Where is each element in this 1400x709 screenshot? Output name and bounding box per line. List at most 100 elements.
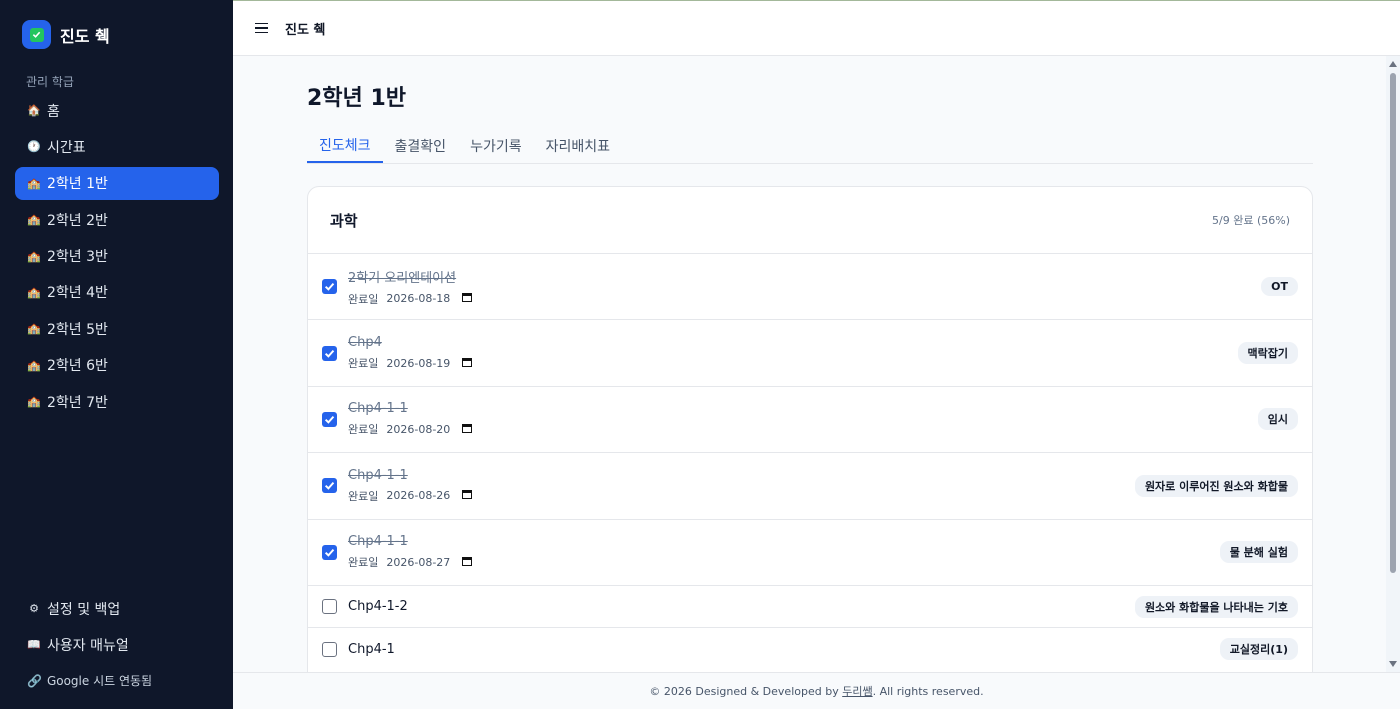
tab-1[interactable]: 출결확인 xyxy=(383,128,459,163)
sidebar-section-label: 관리 학급 xyxy=(26,75,74,89)
card-header: 과학 5/9 완료 (56%) xyxy=(308,187,1312,253)
list-item: 2학기 오리엔테이션 완료일 2026-08-18 OT xyxy=(308,253,1312,319)
completion-date-value: 2026-08-19 xyxy=(386,356,451,370)
sidebar-item-manual[interactable]: 📖 사용자 매뉴얼 xyxy=(15,628,219,661)
footer-suffix: . All rights reserved. xyxy=(872,684,984,698)
lesson-tag-badge: 원소와 화합물을 나타내는 기호 xyxy=(1134,595,1298,618)
scroll-up-arrow-icon[interactable] xyxy=(1389,61,1397,67)
sidebar-item-4[interactable]: 🏫 2학년 3반 xyxy=(15,240,219,273)
calendar-icon[interactable] xyxy=(462,489,473,502)
sidebar-item-3[interactable]: 🏫 2학년 2반 xyxy=(15,203,219,236)
progress-list: 2학기 오리엔테이션 완료일 2026-08-18 OT Chp4 완료일 2026-08-… xyxy=(308,253,1312,670)
completion-checkbox[interactable] xyxy=(322,641,337,657)
completion-date-input[interactable]: 2026-08-26 xyxy=(386,489,473,503)
lesson-tag-badge: 교실정리(1) xyxy=(1219,638,1298,661)
list-item: Chp4-1-1 완료일 2026-08-26 원자로 이루어진 원소와 화합물 xyxy=(308,452,1312,518)
brand[interactable]: 진도 췍 xyxy=(22,20,110,49)
completion-checkbox[interactable] xyxy=(322,411,337,427)
calendar-icon[interactable] xyxy=(462,292,473,305)
footer: © 2026 Designed & Developed by 두리쌤. All … xyxy=(233,672,1400,709)
scroll-down-arrow-icon[interactable] xyxy=(1389,661,1397,667)
lesson-tag-badge: 임시 xyxy=(1257,408,1298,431)
completion-date-value: 2026-08-20 xyxy=(386,422,451,436)
scrollbar[interactable] xyxy=(1386,56,1400,672)
completion-date-input[interactable]: 2026-08-27 xyxy=(386,555,473,569)
sidebar-item-2[interactable]: 🏫 2학년 1반 xyxy=(15,166,219,200)
topbar: 진도 췍 xyxy=(233,0,1400,56)
sidebar-item-label: 사용자 매뉴얼 xyxy=(47,637,129,654)
sidebar-item-5[interactable]: 🏫 2학년 4반 xyxy=(15,276,219,309)
school-icon: 🏫 xyxy=(27,213,41,227)
tab-3[interactable]: 자리배치표 xyxy=(534,128,622,163)
list-item: Chp4-1-1 완료일 2026-08-20 임시 xyxy=(308,385,1312,452)
completion-date-value: 2026-08-26 xyxy=(386,489,451,503)
sidebar: 진도 췍 관리 학급 🏠 홈 🕐 시간표 🏫 2학년 1반 🏫 2학년 2반 🏫 2학년 3반 🏫 2… xyxy=(0,0,233,709)
tab-bar: 진도체크 출결확인 누가기록 자리배치표 xyxy=(307,128,1313,164)
list-item-body: Chp4-1-1 완료일 2026-08-20 xyxy=(348,401,1258,437)
completion-checkbox[interactable] xyxy=(322,599,337,615)
tab-2[interactable]: 누가기록 xyxy=(458,128,534,163)
link-icon: 🔗 xyxy=(27,673,42,688)
list-item: Chp4 완료일 2026-08-19 맥락잡기 xyxy=(308,319,1312,385)
calendar-icon[interactable] xyxy=(462,556,473,569)
sidebar-item-label: 2학년 4반 xyxy=(47,285,108,302)
completion-date-input[interactable]: 2026-08-18 xyxy=(386,292,473,306)
list-item-body: Chp4-1 xyxy=(348,642,1220,657)
lesson-name: Chp4 xyxy=(348,335,382,351)
completion-checkbox[interactable] xyxy=(322,478,337,494)
completion-checkbox[interactable] xyxy=(322,544,337,560)
calendar-icon[interactable] xyxy=(462,423,473,436)
lesson-tag-badge: 맥락잡기 xyxy=(1237,342,1298,365)
lesson-tag-badge: 원자로 이루어진 원소와 화합물 xyxy=(1134,474,1298,497)
list-item-body: 2학기 오리엔테이션 완료일 2026-08-18 xyxy=(348,267,1261,307)
sidebar-item-label: 2학년 3반 xyxy=(47,249,108,266)
sidebar-item-1[interactable]: 🕐 시간표 xyxy=(15,130,219,163)
menu-icon[interactable] xyxy=(255,22,268,34)
sidebar-item-7[interactable]: 🏫 2학년 6반 xyxy=(15,349,219,382)
house-icon: 🏠 xyxy=(27,104,41,117)
sidebar-item-label: 2학년 7반 xyxy=(47,394,108,411)
subject-title: 과학 xyxy=(330,211,358,230)
school-icon: 🏫 xyxy=(27,395,41,409)
sidebar-item-0[interactable]: 🏠 홈 xyxy=(15,94,219,127)
school-icon: 🏫 xyxy=(27,358,41,372)
topbar-title: 진도 췍 xyxy=(285,22,326,38)
clock-icon: 🕐 xyxy=(27,140,41,154)
completion-date-row: 완료일 2026-08-18 xyxy=(348,291,1261,307)
completion-date-label: 완료일 xyxy=(348,292,379,306)
tab-0[interactable]: 진도체크 xyxy=(307,128,383,163)
school-icon: 🏫 xyxy=(27,285,41,299)
sidebar-item-label: 2학년 6반 xyxy=(47,358,108,375)
sidebar-item-8[interactable]: 🏫 2학년 7반 xyxy=(15,385,219,418)
list-item: Chp4-1 교실정리(1) xyxy=(308,627,1312,670)
completion-date-row: 완료일 2026-08-26 xyxy=(348,488,1135,504)
progress-count: 5/9 완료 (56%) xyxy=(1212,214,1290,227)
sidebar-item-label: 홈 xyxy=(47,103,60,120)
lesson-tag-badge: OT xyxy=(1261,277,1298,297)
completion-date-value: 2026-08-27 xyxy=(386,555,451,569)
calendar-icon[interactable] xyxy=(462,357,473,370)
lesson-name: Chp4-1-1 xyxy=(348,534,408,550)
author-link[interactable]: 두리쌤 xyxy=(842,683,872,699)
completion-checkbox[interactable] xyxy=(322,345,337,361)
completion-date-input[interactable]: 2026-08-19 xyxy=(386,356,473,370)
scroll-thumb[interactable] xyxy=(1390,73,1396,573)
completion-date-value: 2026-08-18 xyxy=(386,292,451,306)
footer-prefix: © 2026 Designed & Developed by xyxy=(649,684,839,698)
school-icon: 🏫 xyxy=(27,322,41,336)
completion-date-label: 완료일 xyxy=(348,357,379,371)
list-item-body: Chp4-1-1 완료일 2026-08-27 xyxy=(348,534,1220,570)
sidebar-item-settings[interactable]: ⚙ 설정 및 백업 xyxy=(15,592,219,625)
sidebar-nav: 🏠 홈 🕐 시간표 🏫 2학년 1반 🏫 2학년 2반 🏫 2학년 3반 🏫 2학년 4반 🏫 2학년 5… xyxy=(15,94,219,422)
completion-checkbox[interactable] xyxy=(322,279,337,295)
list-item-body: Chp4-1-2 xyxy=(348,599,1135,614)
app-logo-icon xyxy=(22,20,51,49)
completion-date-input[interactable]: 2026-08-20 xyxy=(386,422,473,436)
sidebar-item-6[interactable]: 🏫 2학년 5반 xyxy=(15,312,219,345)
list-item-body: Chp4-1-1 완료일 2026-08-26 xyxy=(348,468,1135,504)
list-item: Chp4-1-1 완료일 2026-08-27 물 분해 실험 xyxy=(308,518,1312,585)
google-sheet-status: 🔗 Google 시트 연동됨 xyxy=(27,672,152,689)
completion-date-label: 완료일 xyxy=(348,556,379,570)
completion-date-row: 완료일 2026-08-27 xyxy=(348,554,1220,570)
sidebar-bottom: ⚙ 설정 및 백업 📖 사용자 매뉴얼 xyxy=(15,592,219,665)
